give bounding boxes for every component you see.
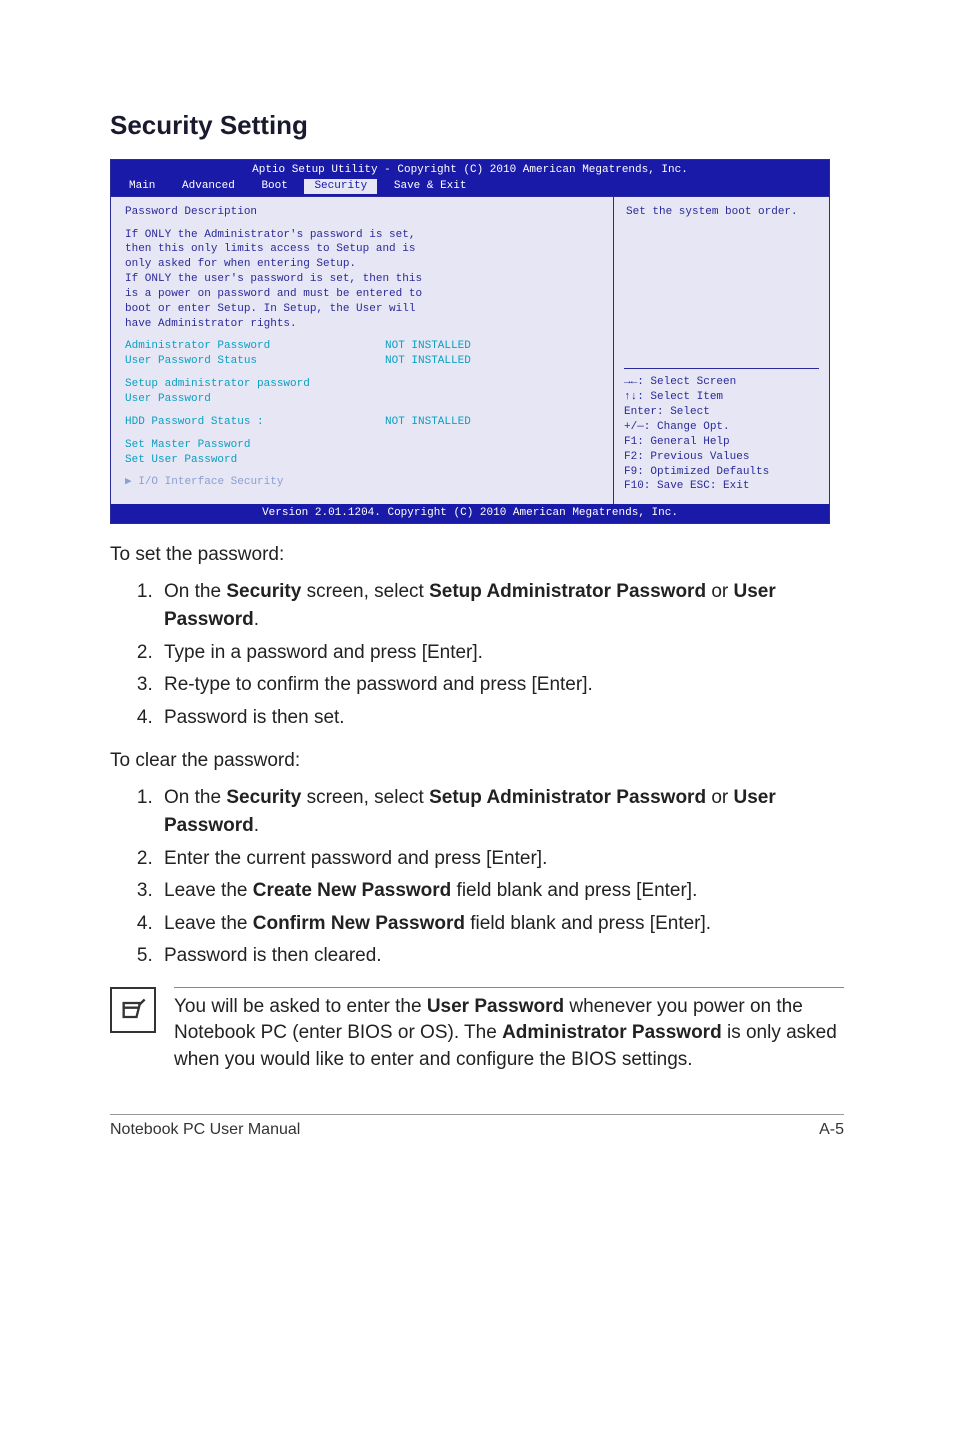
hdd-pw-label: HDD Password Status :: [125, 415, 385, 430]
bios-tab-advanced: Advanced: [172, 179, 245, 194]
to-clear-steps: On the Security screen, select Setup Adm…: [110, 784, 844, 971]
bios-help-text: Set the system boot order.: [626, 205, 817, 220]
bios-left-pane: Password Description If ONLY the Adminis…: [111, 197, 614, 505]
bios-tab-save-exit: Save & Exit: [384, 179, 477, 194]
bios-tab-boot: Boot: [251, 179, 297, 194]
list-item: Leave the Create New Password field blan…: [158, 877, 844, 906]
user-pw-status-value: NOT INSTALLED: [385, 354, 471, 369]
bios-tab-main: Main: [119, 179, 165, 194]
pw-desc-line: only asked for when entering Setup.: [125, 257, 599, 272]
key-hint: F2: Previous Values: [624, 450, 819, 465]
admin-pw-label: Administrator Password: [125, 339, 385, 354]
setup-admin-pw-item: Setup administrator password: [125, 377, 599, 392]
pw-desc-header: Password Description: [125, 205, 599, 220]
note-icon: [110, 987, 156, 1033]
set-user-pw-item: Set User Password: [125, 453, 599, 468]
list-item: Password is then set.: [158, 704, 844, 733]
pw-desc-line: boot or enter Setup. In Setup, the User …: [125, 302, 599, 317]
list-item: On the Security screen, select Setup Adm…: [158, 784, 844, 841]
set-master-pw-item: Set Master Password: [125, 438, 599, 453]
key-hint: F9: Optimized Defaults: [624, 465, 819, 480]
bios-title: Aptio Setup Utility - Copyright (C) 2010…: [111, 160, 829, 179]
list-item: On the Security screen, select Setup Adm…: [158, 578, 844, 635]
key-hint: Enter: Select: [624, 405, 819, 420]
pw-desc-line: is a power on password and must be enter…: [125, 287, 599, 302]
list-item: Re-type to confirm the password and pres…: [158, 671, 844, 700]
admin-pw-value: NOT INSTALLED: [385, 339, 471, 354]
list-item: Type in a password and press [Enter].: [158, 639, 844, 668]
bios-footer: Version 2.01.1204. Copyright (C) 2010 Am…: [111, 504, 829, 523]
key-hint: F10: Save ESC: Exit: [624, 479, 819, 494]
pw-desc-line: then this only limits access to Setup an…: [125, 242, 599, 257]
bios-right-pane: Set the system boot order. →←: Select Sc…: [614, 197, 829, 505]
info-note: You will be asked to enter the User Pass…: [110, 987, 844, 1074]
pw-desc-line: have Administrator rights.: [125, 317, 599, 332]
pw-desc-line: If ONLY the user's password is set, then…: [125, 272, 599, 287]
to-set-steps: On the Security screen, select Setup Adm…: [110, 578, 844, 733]
list-item: Leave the Confirm New Password field bla…: [158, 910, 844, 939]
pw-desc-line: If ONLY the Administrator's password is …: [125, 228, 599, 243]
io-interface-security-item: ▶ I/O Interface Security: [125, 475, 599, 490]
page-footer: Notebook PC User Manual A-5: [110, 1114, 844, 1139]
key-hint: ↑↓: Select Item: [624, 390, 819, 405]
list-item: Password is then cleared.: [158, 942, 844, 971]
note-text: You will be asked to enter the User Pass…: [174, 987, 844, 1074]
list-item: Enter the current password and press [En…: [158, 845, 844, 874]
footer-doc-title: Notebook PC User Manual: [110, 1121, 300, 1139]
bios-tab-security: Security: [304, 179, 377, 194]
to-set-intro: To set the password:: [110, 542, 844, 568]
user-pw-status-label: User Password Status: [125, 354, 385, 369]
section-heading: Security Setting: [110, 110, 844, 141]
footer-page-num: A-5: [819, 1121, 844, 1139]
hdd-pw-value: NOT INSTALLED: [385, 415, 471, 430]
to-clear-intro: To clear the password:: [110, 748, 844, 774]
bios-tab-row: Main Advanced Boot Security Save & Exit: [111, 179, 829, 196]
user-pw-item: User Password: [125, 392, 599, 407]
key-hint: →←: Select Screen: [624, 375, 819, 390]
key-hint: +/—: Change Opt.: [624, 420, 819, 435]
bios-key-hints: →←: Select Screen ↑↓: Select Item Enter:…: [624, 362, 819, 494]
bios-screenshot: Aptio Setup Utility - Copyright (C) 2010…: [110, 159, 830, 524]
key-hint: F1: General Help: [624, 435, 819, 450]
